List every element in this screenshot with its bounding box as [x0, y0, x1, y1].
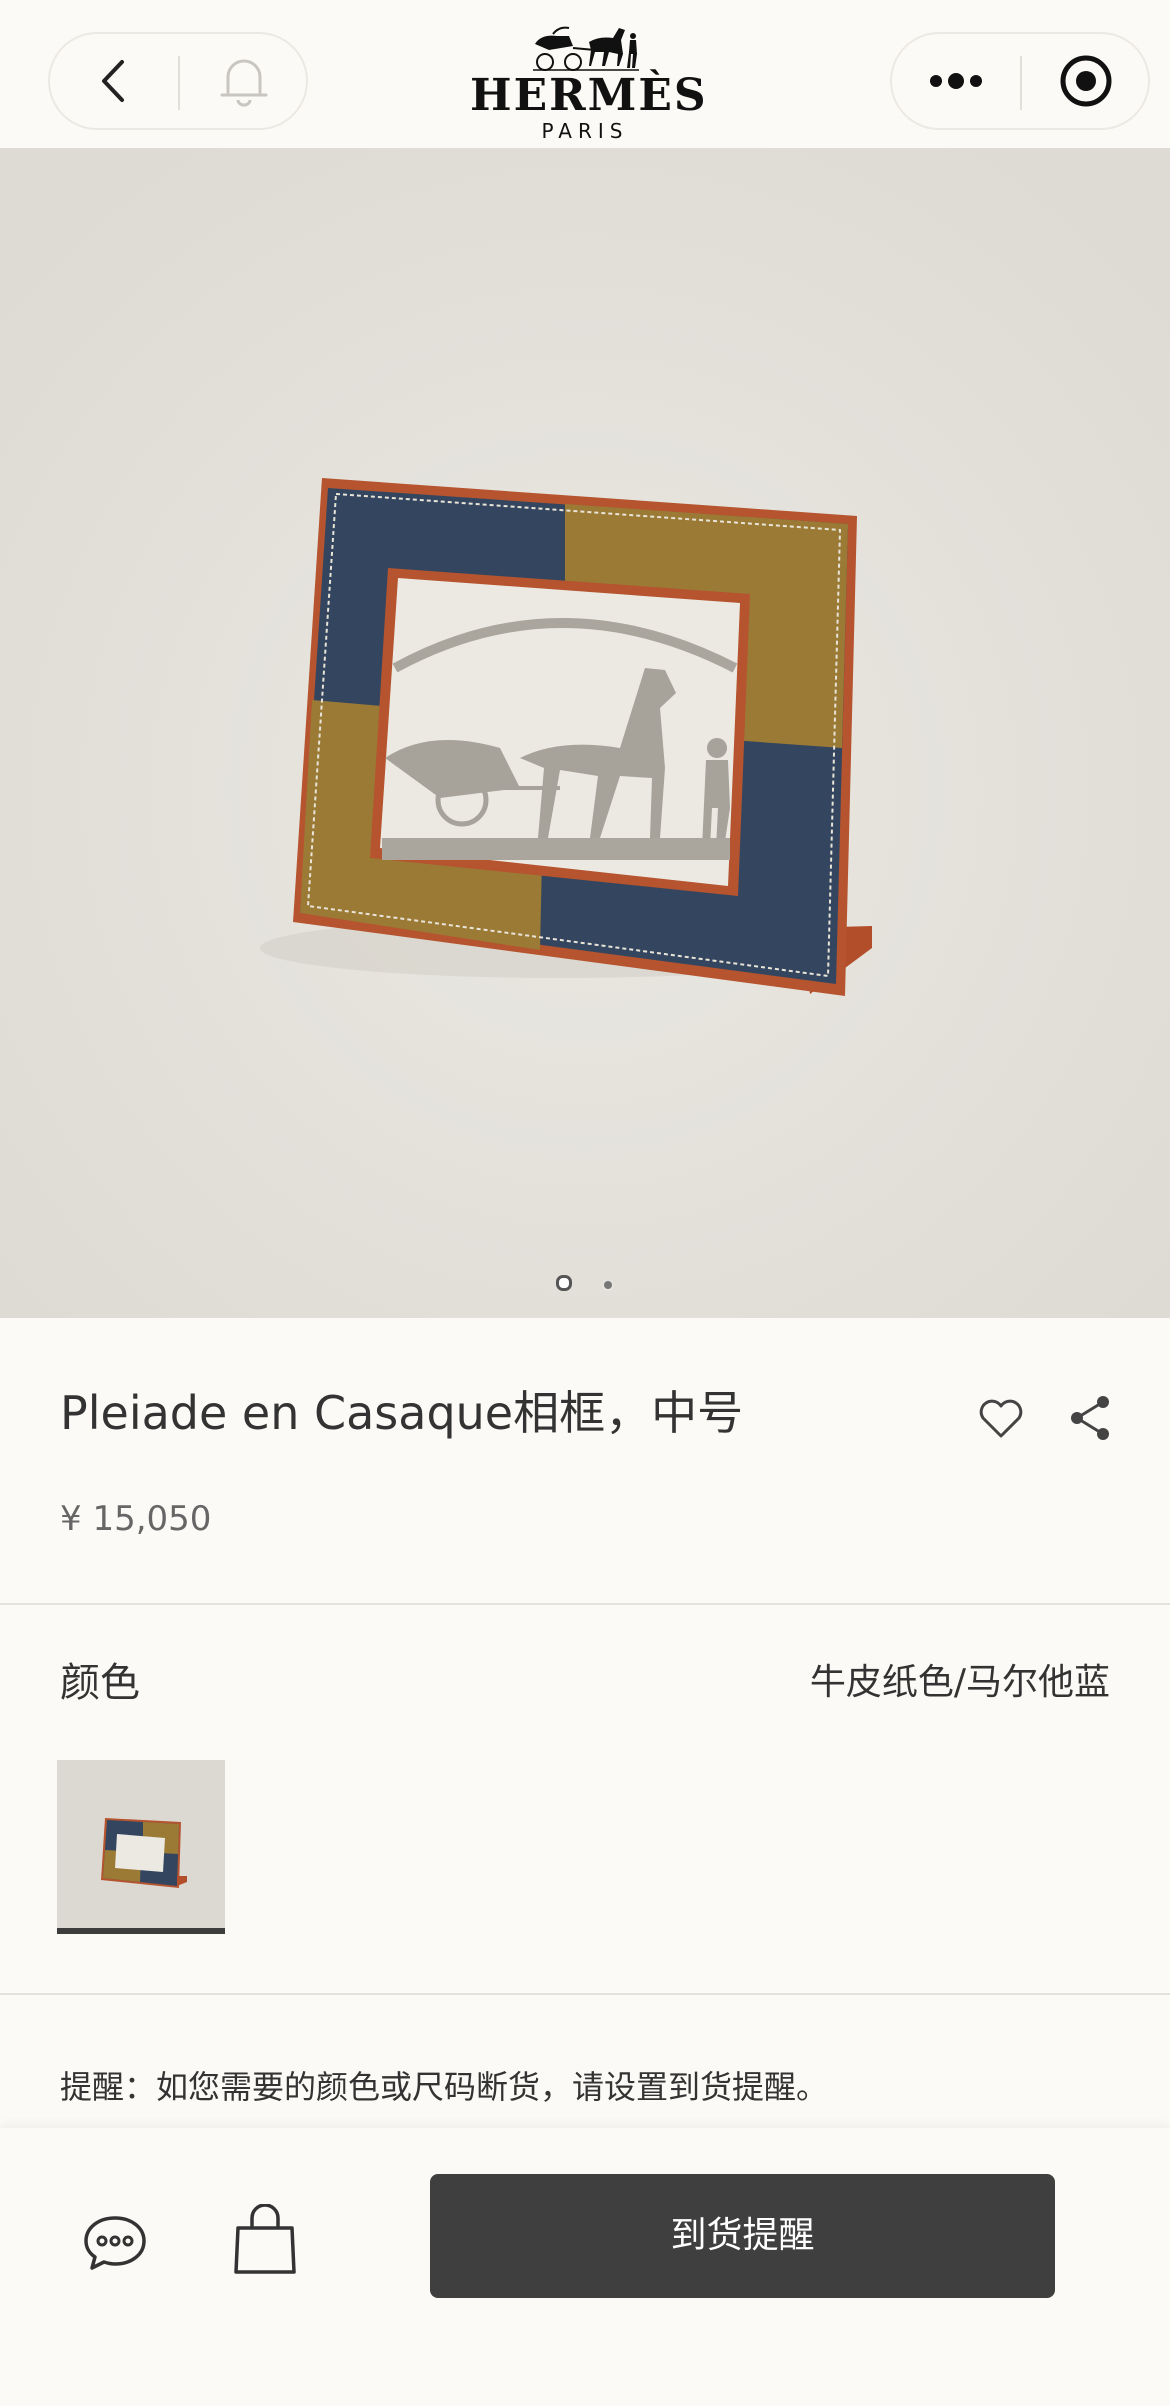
brand-subtitle: PARIS [541, 119, 629, 143]
share-icon [1071, 1396, 1109, 1440]
bottom-action-bar: 到货提醒 [0, 2128, 1170, 2406]
notification-button[interactable] [180, 34, 308, 128]
restock-notice: 提醒：如您需要的颜色或尺码断货，请设置到货提醒。 [60, 2068, 829, 2106]
nav-pill-left [48, 32, 308, 130]
product-price: ¥ 15,050 [60, 1499, 212, 1539]
color-label: 颜色 [60, 1660, 140, 1706]
chat-button[interactable] [80, 2208, 150, 2278]
brand-logo: HERMÈS PARIS [470, 22, 708, 147]
restock-alert-button[interactable]: 到货提醒 [430, 2174, 1055, 2298]
carriage-logo-icon [533, 26, 639, 71]
share-button[interactable] [1065, 1392, 1117, 1444]
heart-icon [979, 1399, 1023, 1438]
shopping-bag-icon [234, 2203, 296, 2274]
chat-bubble-icon [84, 2216, 146, 2270]
product-image-carousel[interactable] [0, 148, 1170, 1318]
brand-name: HERMÈS [470, 70, 708, 121]
product-photo [0, 148, 1170, 1318]
nav-pill-right [890, 32, 1150, 130]
carousel-indicator [0, 1275, 1170, 1295]
close-miniprogram-button[interactable] [1022, 34, 1150, 128]
chevron-left-icon [102, 60, 124, 102]
more-button[interactable] [892, 34, 1020, 128]
color-swatch-selected[interactable] [57, 1760, 225, 1934]
back-button[interactable] [50, 34, 178, 128]
favorite-button[interactable] [975, 1392, 1027, 1444]
selected-color-value: 牛皮纸色/马尔他蓝 [809, 1662, 1110, 1703]
top-bar: HERMÈS PARIS [0, 0, 1170, 148]
swatch-thumbnail [57, 1760, 225, 1928]
carousel-dot-active[interactable] [556, 1275, 573, 1291]
divider [0, 1603, 1170, 1605]
more-dots-icon [930, 73, 982, 89]
carousel-dot[interactable] [601, 1279, 614, 1291]
target-icon [1060, 55, 1112, 107]
shopping-bag-button[interactable] [230, 2203, 300, 2278]
product-title: Pleiade en Casaque相框，中号 [60, 1386, 744, 1440]
divider [0, 1993, 1170, 1995]
bell-icon [220, 59, 268, 107]
